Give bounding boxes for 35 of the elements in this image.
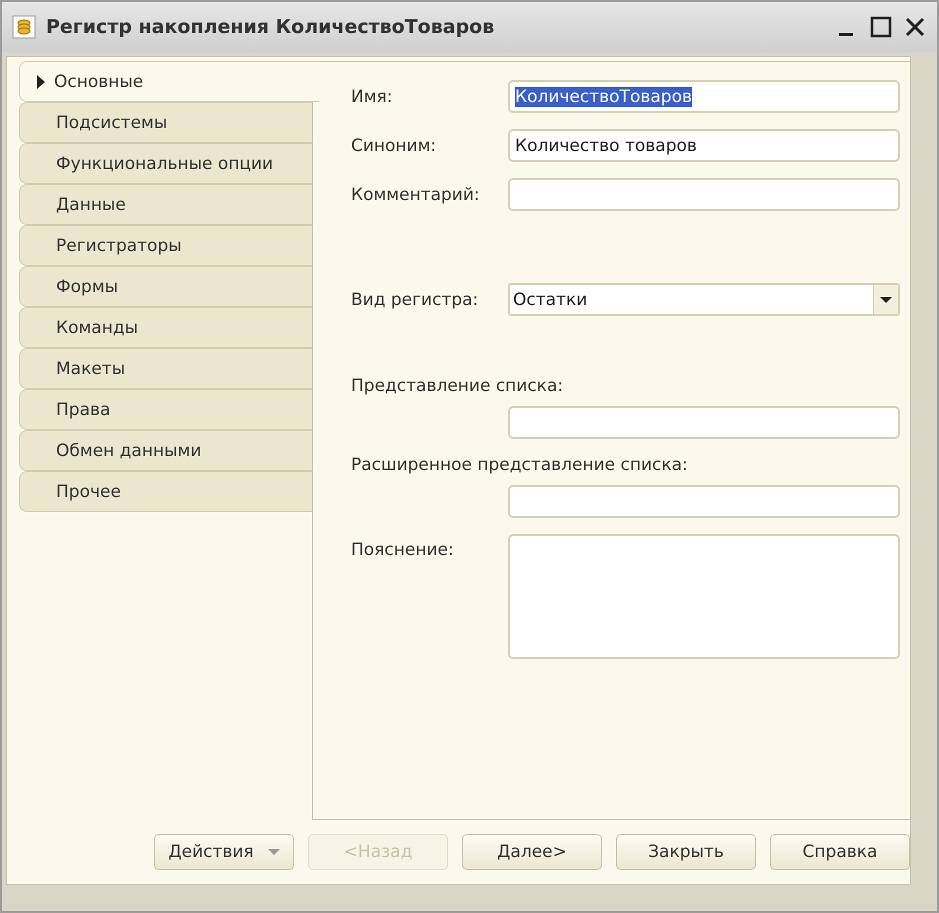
close-icon[interactable] — [903, 15, 927, 39]
input-field[interactable]: Количество товаров — [508, 129, 900, 162]
caret-icon[interactable] — [880, 296, 892, 304]
field-label: Вид регистра: — [351, 290, 480, 310]
field-label: Имя: — [351, 86, 394, 106]
input-field[interactable] — [508, 485, 900, 518]
field-label: Синоним: — [351, 136, 438, 156]
dialog-button[interactable]: Далее> — [462, 834, 602, 870]
field-label: Пояснение: — [351, 540, 455, 560]
tab[interactable]: Прочее — [19, 471, 313, 512]
tab[interactable]: Формы — [19, 266, 313, 307]
field-label: Расширенное представление списка: — [351, 455, 689, 475]
tab[interactable]: Функциональные опции — [19, 143, 313, 184]
actions-button[interactable]: Действия — [154, 834, 294, 870]
input-field[interactable] — [508, 178, 900, 211]
tab[interactable]: Команды — [19, 307, 313, 348]
field-label: Представление списка: — [351, 376, 564, 396]
maximize-icon[interactable] — [869, 15, 893, 39]
input-field[interactable] — [508, 406, 900, 439]
tab[interactable]: Подсистемы — [19, 102, 313, 143]
window-title: Регистр накопления КоличествоТоваров — [46, 16, 496, 38]
tab[interactable]: Макеты — [19, 348, 313, 389]
tab[interactable]: Данные — [19, 184, 313, 225]
register-icon — [12, 15, 36, 39]
dropdown-field[interactable]: Остатки — [508, 283, 900, 316]
field-label: Комментарий: — [351, 184, 481, 204]
caret-icon — [268, 848, 280, 856]
dialog-button[interactable]: Закрыть — [616, 834, 756, 870]
tab[interactable]: Регистраторы — [19, 225, 313, 266]
dialog-button[interactable]: Справка — [770, 834, 910, 870]
tab[interactable]: Основные — [19, 61, 319, 102]
tab[interactable]: Обмен данными — [19, 430, 313, 471]
tab[interactable]: Права — [19, 389, 313, 430]
input-field[interactable]: КоличествоТоваров — [508, 80, 900, 113]
triangle-icon — [36, 74, 46, 88]
